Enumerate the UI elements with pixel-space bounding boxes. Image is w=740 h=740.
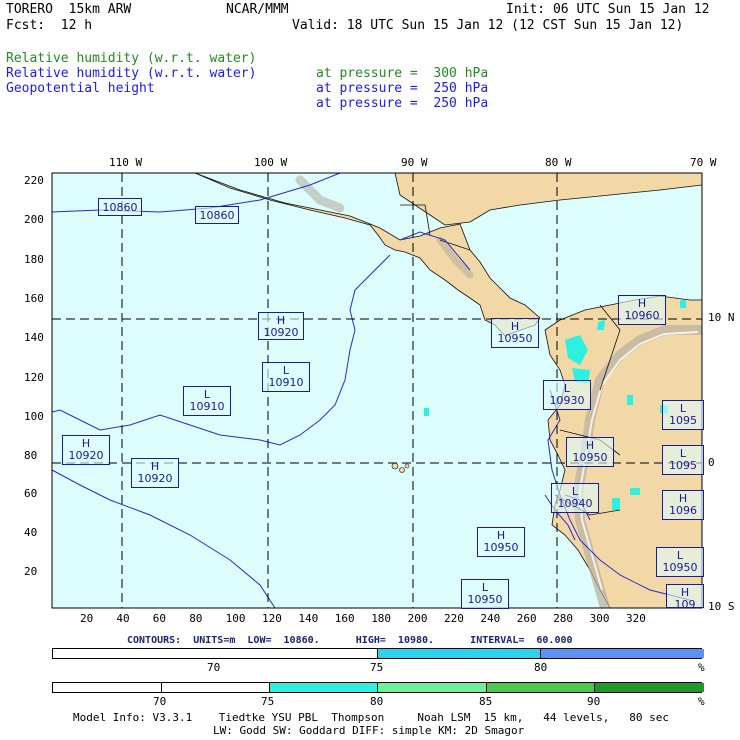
x-tick-label: 160 bbox=[334, 612, 355, 625]
colorbar-segment bbox=[486, 683, 595, 692]
y-tick-label: 80 bbox=[24, 449, 38, 462]
lon-label: 90 W bbox=[401, 156, 428, 169]
y-tick-label: 220 bbox=[24, 174, 44, 187]
x-tick-label: 220 bbox=[444, 612, 464, 625]
colorbar2-label: 80 bbox=[370, 695, 384, 708]
x-tick-label: 320 bbox=[626, 612, 646, 625]
contour-value: 10910 bbox=[268, 376, 304, 389]
y-tick-label: 140 bbox=[24, 331, 44, 344]
contour-label-box: L 10910 bbox=[262, 362, 310, 392]
colorbar-rh-300 bbox=[52, 682, 704, 693]
contour-info: CONTOURS: UNITS=m LOW= 10860. HIGH= 1098… bbox=[127, 635, 573, 646]
contour-value: 10920 bbox=[137, 472, 173, 485]
contour-label-box: H 109 bbox=[666, 584, 704, 611]
x-tick-label: 60 bbox=[152, 612, 167, 625]
lat-label: 0 bbox=[708, 456, 715, 469]
contour-label-box: 10860 bbox=[98, 198, 142, 216]
colorbar-rh-250 bbox=[52, 648, 704, 659]
lon-label: 80 W bbox=[545, 156, 572, 169]
x-tick-label: 180 bbox=[371, 612, 392, 625]
colorbar-segment bbox=[53, 683, 161, 692]
contour-label-box: 10860 bbox=[195, 206, 239, 224]
colorbar2-label: 90 bbox=[587, 695, 601, 708]
contour-label-box: H 10950 bbox=[491, 318, 539, 348]
colorbar-segment bbox=[53, 649, 377, 658]
lat-label: 10 N bbox=[708, 311, 735, 324]
contour-label-box: H 10920 bbox=[258, 312, 304, 340]
colorbar1-label: % bbox=[698, 661, 705, 674]
colorbar2-label: 75 bbox=[261, 695, 275, 708]
x-tick-label: 20 bbox=[80, 612, 94, 625]
colorbar-segment bbox=[269, 683, 378, 692]
y-tick-label: 120 bbox=[24, 371, 44, 384]
contour-value: 10950 bbox=[483, 541, 519, 554]
contour-label-box: H 10920 bbox=[131, 458, 179, 488]
contour-value: 1095 bbox=[669, 414, 697, 427]
contour-value: 10940 bbox=[557, 497, 593, 510]
x-tick-label: 80 bbox=[189, 612, 203, 625]
x-tick-label: 280 bbox=[553, 612, 574, 625]
x-tick-label: 40 bbox=[116, 612, 130, 625]
x-tick-label: 140 bbox=[298, 612, 319, 625]
contour-value: 10860 bbox=[199, 209, 235, 222]
contour-label-box: L 10930 bbox=[543, 380, 591, 410]
contour-value: 109 bbox=[674, 598, 696, 611]
contour-label-box: L 1095 bbox=[662, 400, 704, 430]
contour-label-box: H 10920 bbox=[62, 435, 110, 465]
x-tick-label: 100 bbox=[225, 612, 246, 625]
colorbar-segment bbox=[377, 683, 487, 692]
contour-value: 10860 bbox=[102, 201, 138, 214]
y-tick-label: 40 bbox=[24, 526, 38, 539]
colorbar1-label: 70 bbox=[207, 661, 221, 674]
y-tick-label: 100 bbox=[24, 410, 44, 423]
lon-label: 100 W bbox=[254, 156, 288, 169]
contour-value: 1096 bbox=[669, 504, 697, 517]
weather-map bbox=[51, 172, 703, 609]
colorbar1-label: 75 bbox=[370, 661, 384, 674]
colorbar2-label: 85 bbox=[479, 695, 493, 708]
contour-value: 10930 bbox=[549, 394, 585, 407]
x-tick-label: 240 bbox=[480, 612, 501, 625]
colorbar-segment bbox=[377, 649, 541, 658]
x-tick-label: 200 bbox=[407, 612, 428, 625]
contour-label-box: H 1096 bbox=[662, 490, 704, 520]
contour-label-box: L 1095 bbox=[662, 445, 704, 475]
contour-value: 1095 bbox=[669, 459, 697, 472]
colorbar-segment bbox=[161, 683, 270, 692]
contour-value: 10910 bbox=[189, 400, 225, 413]
galapagos-islands bbox=[391, 462, 399, 470]
y-tick-label: 200 bbox=[24, 213, 44, 226]
colorbar2-label: 70 bbox=[153, 695, 167, 708]
model-physics: LW: Godd SW: Goddard DIFF: simple KM: 2D… bbox=[213, 724, 525, 737]
lon-label: 70 W bbox=[690, 156, 717, 169]
contour-value: 10920 bbox=[68, 449, 104, 462]
contour-value: 10960 bbox=[624, 309, 660, 322]
lon-label: 110 W bbox=[109, 156, 143, 169]
y-tick-label: 180 bbox=[24, 253, 44, 266]
contour-value: 10920 bbox=[263, 326, 299, 339]
contour-label-box: L 10910 bbox=[183, 386, 231, 416]
y-tick-label: 60 bbox=[24, 487, 38, 500]
contour-label-box: H 10960 bbox=[618, 295, 666, 325]
contour-value: 10950 bbox=[467, 593, 503, 606]
contour-label-box: L 10950 bbox=[461, 579, 509, 609]
contour-label-box: H 10950 bbox=[477, 527, 525, 557]
colorbar1-label: 80 bbox=[534, 661, 548, 674]
contour-value: 10950 bbox=[662, 561, 698, 574]
contour-label-box: H 10950 bbox=[566, 437, 614, 467]
colorbar-segment bbox=[540, 649, 704, 658]
colorbar2-label: % bbox=[698, 695, 705, 708]
x-tick-label: 120 bbox=[262, 612, 282, 625]
contour-value: 10950 bbox=[572, 451, 608, 464]
x-tick-label: 300 bbox=[589, 612, 610, 625]
contour-label-box: L 10950 bbox=[656, 547, 704, 577]
lat-label: 10 S bbox=[708, 600, 735, 613]
colorbar-segment bbox=[594, 683, 704, 692]
contour-label-box: L 10940 bbox=[551, 483, 599, 513]
y-tick-label: 160 bbox=[24, 292, 44, 305]
y-tick-label: 20 bbox=[24, 565, 38, 578]
x-tick-label: 260 bbox=[516, 612, 537, 625]
model-info: Model Info: V3.3.1 Tiedtke YSU PBL Thomp… bbox=[73, 711, 670, 724]
contour-value: 10950 bbox=[497, 332, 533, 345]
